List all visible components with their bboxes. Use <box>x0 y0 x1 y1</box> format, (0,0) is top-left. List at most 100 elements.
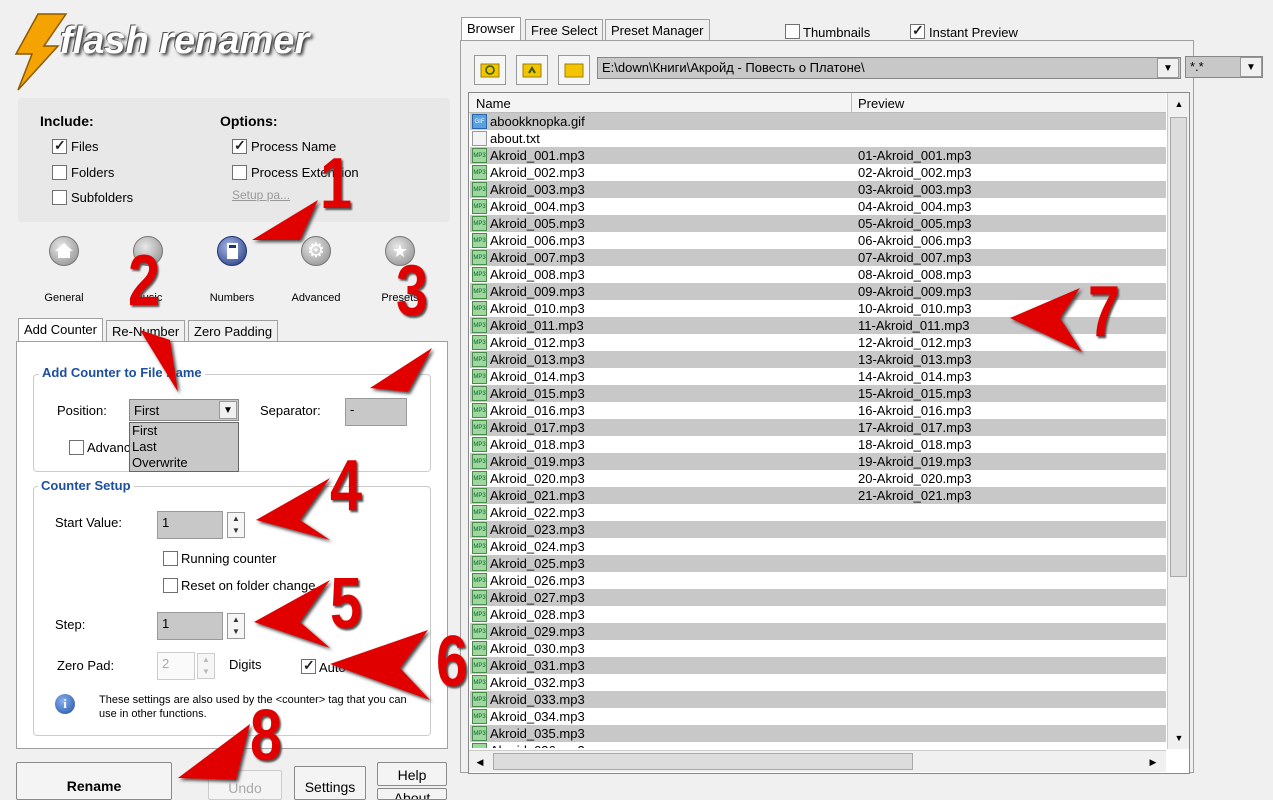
file-row[interactable]: MP3 Akroid_031.mp3 <box>470 657 1166 674</box>
dropdown-option-last[interactable]: Last <box>130 439 238 455</box>
toolbar-advanced[interactable]: ⚙ Advanced <box>276 230 356 310</box>
file-row[interactable]: MP3 Akroid_002.mp3 02-Akroid_002.mp3 <box>470 164 1166 181</box>
dropdown-option-overwrite[interactable]: Overwrite <box>130 455 238 471</box>
file-row[interactable]: MP3 Akroid_035.mp3 <box>470 725 1166 742</box>
chevron-down-icon[interactable]: ▼ <box>219 401 237 419</box>
file-row[interactable]: MP3 Akroid_020.mp3 20-Akroid_020.mp3 <box>470 470 1166 487</box>
start-value-input[interactable]: 1 <box>157 511 223 539</box>
file-row[interactable]: MP3 Akroid_028.mp3 <box>470 606 1166 623</box>
file-row[interactable]: MP3 Akroid_019.mp3 19-Akroid_019.mp3 <box>470 453 1166 470</box>
tab-free-select[interactable]: Free Select <box>525 19 604 41</box>
running-counter-checkbox[interactable] <box>163 551 178 566</box>
scroll-thumb[interactable] <box>1170 117 1187 577</box>
file-name: Akroid_025.mp3 <box>490 556 585 571</box>
separator-label: Separator: <box>260 403 321 418</box>
file-row[interactable]: MP3 Akroid_010.mp3 10-Akroid_010.mp3 <box>470 300 1166 317</box>
subfolders-checkbox[interactable] <box>52 190 67 205</box>
file-row[interactable]: MP3 Akroid_003.mp3 03-Akroid_003.mp3 <box>470 181 1166 198</box>
file-row[interactable]: MP3 Akroid_017.mp3 17-Akroid_017.mp3 <box>470 419 1166 436</box>
scroll-down-icon[interactable]: ▼ <box>1170 729 1188 747</box>
dropdown-option-first[interactable]: First <box>130 423 238 439</box>
annotation-7: 7 <box>1088 272 1121 352</box>
file-row[interactable]: MP3 Akroid_034.mp3 <box>470 708 1166 725</box>
file-row[interactable]: MP3 Akroid_033.mp3 <box>470 691 1166 708</box>
file-row[interactable]: MP3 Akroid_025.mp3 <box>470 555 1166 572</box>
file-row[interactable]: MP3 Akroid_018.mp3 18-Akroid_018.mp3 <box>470 436 1166 453</box>
file-row[interactable]: MP3 Akroid_022.mp3 <box>470 504 1166 521</box>
thumbnails-checkbox[interactable] <box>785 24 800 39</box>
start-value-spinner[interactable]: ▲ ▼ <box>227 512 245 538</box>
file-row[interactable]: MP3 Akroid_016.mp3 16-Akroid_016.mp3 <box>470 402 1166 419</box>
column-header-preview[interactable]: Preview <box>858 96 904 111</box>
file-preview-name: 02-Akroid_002.mp3 <box>858 165 972 180</box>
zero-pad-spinner[interactable]: ▲ ▼ <box>197 653 215 679</box>
file-row[interactable]: MP3 Akroid_008.mp3 08-Akroid_008.mp3 <box>470 266 1166 283</box>
instant-preview-checkbox[interactable] <box>910 22 925 39</box>
file-preview-name: 16-Akroid_016.mp3 <box>858 403 972 418</box>
file-row[interactable]: MP3 Akroid_009.mp3 09-Akroid_009.mp3 <box>470 283 1166 300</box>
file-row[interactable]: MP3 Akroid_029.mp3 <box>470 623 1166 640</box>
help-button[interactable]: Help <box>377 762 447 786</box>
toolbar-numbers-label: Numbers <box>209 292 255 304</box>
file-row[interactable]: MP3 Akroid_023.mp3 <box>470 521 1166 538</box>
step-spinner[interactable]: ▲ ▼ <box>227 613 245 639</box>
advanced-checkbox[interactable] <box>69 440 84 455</box>
toolbar-general[interactable]: General <box>24 230 104 310</box>
scroll-up-icon[interactable]: ▲ <box>1170 95 1188 113</box>
auto-checkbox[interactable] <box>301 657 316 674</box>
file-row[interactable]: GIF abookknopka.gif <box>470 113 1166 130</box>
horizontal-scrollbar[interactable]: ◀ ▶ <box>469 750 1166 772</box>
path-input[interactable]: E:\down\Книги\Акройд - Повесть о Платоне… <box>597 57 1181 79</box>
scroll-left-icon[interactable]: ◀ <box>471 753 489 771</box>
file-row[interactable]: MP3 Akroid_013.mp3 13-Akroid_013.mp3 <box>470 351 1166 368</box>
tab-preset-manager[interactable]: Preset Manager <box>605 19 710 41</box>
process-name-checkbox[interactable] <box>232 137 247 154</box>
filter-dropdown-icon[interactable]: ▼ <box>1240 57 1262 77</box>
file-row[interactable]: MP3 Akroid_011.mp3 11-Akroid_011.mp3 <box>470 317 1166 334</box>
file-row[interactable]: MP3 Akroid_005.mp3 05-Akroid_005.mp3 <box>470 215 1166 232</box>
process-ext-checkbox[interactable] <box>232 165 247 180</box>
zero-pad-input[interactable]: 2 <box>157 652 195 680</box>
file-row[interactable]: MP3 Akroid_014.mp3 14-Akroid_014.mp3 <box>470 368 1166 385</box>
file-row[interactable]: MP3 Akroid_021.mp3 21-Akroid_021.mp3 <box>470 487 1166 504</box>
file-row[interactable]: MP3 Akroid_006.mp3 06-Akroid_006.mp3 <box>470 232 1166 249</box>
position-select[interactable]: First ▼ <box>129 399 239 421</box>
tab-browser[interactable]: Browser <box>461 17 521 41</box>
vertical-scrollbar[interactable]: ▲ ▼ <box>1167 93 1189 749</box>
scroll-right-icon[interactable]: ▶ <box>1144 753 1162 771</box>
file-row[interactable]: MP3 Akroid_007.mp3 07-Akroid_007.mp3 <box>470 249 1166 266</box>
file-row[interactable]: MP3 Akroid_024.mp3 <box>470 538 1166 555</box>
folders-checkbox[interactable] <box>52 165 67 180</box>
file-row[interactable]: MP3Akroid_036.mp3 <box>470 742 1166 748</box>
file-row[interactable]: MP3 Akroid_004.mp3 04-Akroid_004.mp3 <box>470 198 1166 215</box>
mp3-file-icon: MP3 <box>472 658 487 673</box>
column-header-name[interactable]: Name <box>476 96 852 111</box>
files-checkbox[interactable] <box>52 137 67 154</box>
file-row[interactable]: MP3 Akroid_032.mp3 <box>470 674 1166 691</box>
settings-button[interactable]: Settings <box>294 766 366 800</box>
file-row[interactable]: MP3 Akroid_027.mp3 <box>470 589 1166 606</box>
refresh-folder-button[interactable] <box>474 55 506 85</box>
about-button[interactable]: About <box>377 788 447 800</box>
tab-add-counter[interactable]: Add Counter <box>18 318 103 342</box>
rename-button[interactable]: Rename <box>16 762 172 800</box>
tab-zero-padding[interactable]: Zero Padding <box>188 320 279 342</box>
path-dropdown-icon[interactable]: ▼ <box>1157 58 1179 78</box>
hscroll-thumb[interactable] <box>493 753 913 770</box>
file-row[interactable]: MP3 Akroid_012.mp3 12-Akroid_012.mp3 <box>470 334 1166 351</box>
file-row[interactable]: MP3 Akroid_030.mp3 <box>470 640 1166 657</box>
file-row[interactable]: MP3 Akroid_026.mp3 <box>470 572 1166 589</box>
file-row[interactable]: about.txt <box>470 130 1166 147</box>
reset-folder-checkbox[interactable] <box>163 578 178 593</box>
file-row[interactable]: MP3 Akroid_015.mp3 15-Akroid_015.mp3 <box>470 385 1166 402</box>
file-row[interactable]: MP3 Akroid_001.mp3 01-Akroid_001.mp3 <box>470 147 1166 164</box>
separator-input[interactable]: - <box>345 398 407 426</box>
reset-folder-label: Reset on folder change <box>181 578 316 593</box>
setup-link[interactable]: Setup pa... <box>232 188 290 202</box>
up-folder-button[interactable] <box>516 55 548 85</box>
step-input[interactable]: 1 <box>157 612 223 640</box>
mp3-file-icon: MP3 <box>472 148 487 163</box>
toolbar-numbers[interactable]: Numbers <box>192 230 272 310</box>
open-folder-button[interactable] <box>558 55 590 85</box>
tab-re-number[interactable]: Re-Number <box>106 320 186 342</box>
